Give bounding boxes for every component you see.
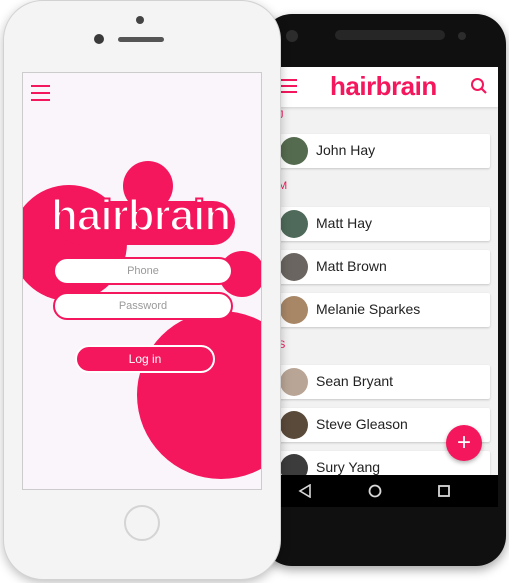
contact-name: Sury Yang	[316, 459, 381, 475]
contact-row[interactable]: Sean Bryant	[276, 365, 490, 399]
hamburger-icon[interactable]	[279, 79, 297, 93]
contact-name: John Hay	[316, 142, 376, 158]
add-contact-button[interactable]: +	[446, 425, 482, 461]
android-speaker	[335, 30, 445, 40]
password-input[interactable]: Password	[53, 292, 233, 320]
app-header: hairbrain	[276, 67, 498, 107]
app-logo: hairbrain	[50, 190, 232, 241]
decor-circle	[137, 311, 261, 479]
avatar	[280, 253, 308, 281]
iphone-camera	[136, 16, 144, 24]
phone-input[interactable]: Phone	[53, 257, 233, 285]
avatar	[280, 296, 308, 324]
android-screen: hairbrain J John Hay M Matt Hay Matt Bro…	[276, 67, 498, 507]
iphone-front-camera	[94, 34, 104, 44]
avatar	[280, 411, 308, 439]
home-button[interactable]	[124, 505, 160, 541]
hamburger-icon[interactable]	[31, 85, 50, 101]
home-icon[interactable]	[368, 484, 382, 498]
contact-name: Steve Gleason	[316, 416, 408, 432]
back-icon[interactable]	[298, 484, 312, 498]
contact-row[interactable]: Melanie Sparkes	[276, 293, 490, 327]
search-icon[interactable]	[470, 77, 488, 95]
iphone-screen: hairbrain Phone Password Log in	[22, 72, 262, 490]
avatar	[280, 368, 308, 396]
contact-name: Melanie Sparkes	[316, 301, 421, 317]
contact-name: Matt Hay	[316, 215, 373, 231]
android-camera	[286, 30, 298, 42]
app-logo: hairbrain	[330, 71, 437, 101]
android-nav-bar	[276, 475, 498, 507]
contact-row[interactable]: Matt Hay	[276, 207, 490, 241]
login-button[interactable]: Log in	[75, 345, 215, 373]
contact-name: Sean Bryant	[316, 373, 394, 389]
iphone-speaker	[118, 37, 164, 42]
android-sensor	[458, 32, 466, 40]
contact-row[interactable]: Matt Brown	[276, 250, 490, 284]
recents-icon[interactable]	[437, 484, 451, 498]
contact-name: Matt Brown	[316, 258, 387, 274]
contact-row[interactable]: John Hay	[276, 134, 490, 168]
avatar	[280, 137, 308, 165]
avatar	[280, 210, 308, 238]
